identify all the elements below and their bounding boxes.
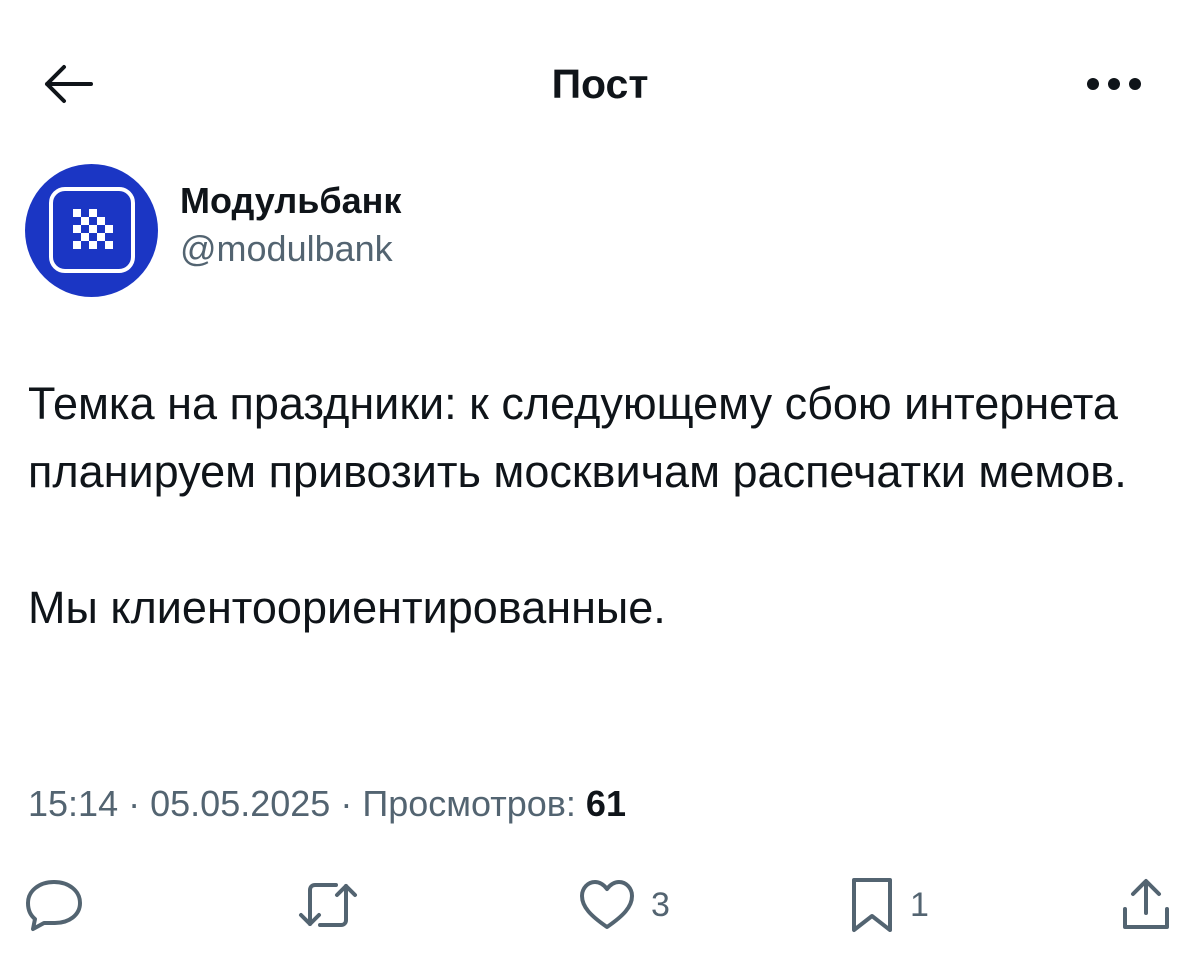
post-date[interactable]: 05.05.2025 [150,783,330,824]
post-author: Модульбанк @modulbank [25,163,401,297]
repost-icon [299,883,357,927]
post-meta: 15:14 · 05.05.2025 · Просмотров: 61 [28,780,626,828]
views-count: 61 [585,783,626,824]
post-text: Темка на праздники: к следующему сбою ин… [28,370,1168,642]
bookmark-count: 1 [910,886,929,924]
bookmark-icon [852,878,892,932]
meta-separator: · [128,783,141,824]
post-paragraph: Темка на праздники: к следующему сбою ин… [28,378,1127,497]
like-button[interactable]: 3 [577,870,670,940]
more-options-button[interactable] [1074,60,1154,108]
repost-button[interactable] [296,870,374,940]
like-count: 3 [651,886,670,924]
share-button[interactable] [1120,870,1186,940]
post-paragraph: Мы клиентоориентированные. [28,582,666,633]
bookmark-button[interactable]: 1 [848,870,929,940]
page-title: Пост [551,61,649,107]
share-icon [1123,879,1169,929]
reply-icon [26,880,82,931]
more-horizontal-icon [1087,78,1141,90]
top-bar: Пост [0,0,1200,165]
views-label: Просмотров: [362,783,576,824]
post-time[interactable]: 15:14 [28,783,118,824]
author-info: Модульбанк @modulbank [180,179,401,271]
avatar[interactable] [25,163,158,297]
modulbank-logo-icon [48,187,135,273]
meta-separator: · [340,783,353,824]
heart-icon [580,880,634,929]
author-handle[interactable]: @modulbank [180,227,401,271]
reply-button[interactable] [24,870,98,940]
post-actions: 3 1 [0,870,1200,940]
author-name[interactable]: Модульбанк [180,179,401,223]
